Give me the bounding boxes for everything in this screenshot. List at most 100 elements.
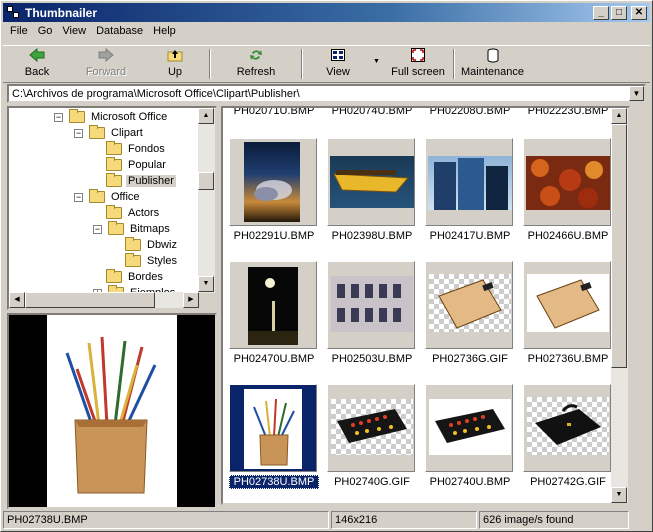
folder-icon <box>125 237 141 251</box>
address-bar[interactable]: C:\Archivos de programa\Microsoft Office… <box>7 84 646 103</box>
thumbnail-frame <box>327 261 415 349</box>
thumbnail-filename: PH02074U.BMP <box>331 106 413 117</box>
fullscreen-icon <box>410 47 426 63</box>
thumbnail-filename: PH02740G.GIF <box>334 476 410 488</box>
thumbnail-filename: PH02742G.GIF <box>530 476 606 488</box>
scroll-up-button[interactable]: ▲ <box>198 108 214 124</box>
fullscreen-label: Full screen <box>391 66 445 78</box>
thumbnail-filename: PH02466U.BMP <box>527 230 609 242</box>
tree-node[interactable]: − Clipart <box>74 125 145 141</box>
tree-node-label: Bitmaps <box>130 223 170 235</box>
thumbnail-filename: PH02738U.BMP <box>229 475 319 489</box>
tree-node[interactable]: Popular <box>91 157 168 173</box>
forward-arrow-icon <box>98 47 114 63</box>
application-window: Thumbnailer _ □ ✕ File Go View Database … <box>0 0 653 532</box>
thumbnail-filename: PH02503U.BMP <box>331 353 413 365</box>
view-grid-icon <box>330 47 346 63</box>
expand-toggle-icon[interactable]: − <box>74 128 83 138</box>
thumbnail-filename: PH02736U.BMP <box>527 353 609 365</box>
tree-node[interactable]: − Bitmaps <box>93 221 172 237</box>
status-bar: PH02738U.BMP 146x216 626 image/s found <box>3 511 650 530</box>
expand-toggle-icon[interactable]: − <box>74 192 83 202</box>
folder-up-icon <box>167 47 183 63</box>
toolbar: Back Forward Up Refresh View ▼ Full scre… <box>3 45 650 83</box>
folder-icon <box>108 221 124 235</box>
menu-help[interactable]: Help <box>148 24 181 42</box>
view-label: View <box>326 66 350 78</box>
title-bar[interactable]: Thumbnailer _ □ ✕ <box>3 3 650 22</box>
window-title: Thumbnailer <box>25 5 98 20</box>
folder-icon <box>89 125 105 139</box>
menu-view[interactable]: View <box>57 24 91 42</box>
tree-node-label: Microsoft Office <box>91 111 168 123</box>
forward-button[interactable]: Forward <box>71 46 141 82</box>
preview-image <box>47 315 177 507</box>
tree-node[interactable]: Styles <box>110 253 179 269</box>
view-button[interactable]: View <box>303 46 373 82</box>
expand-toggle-icon[interactable]: − <box>54 112 63 122</box>
tree-node[interactable]: Bordes <box>91 269 165 285</box>
thumbnail-filename: PH02417U.BMP <box>429 230 511 242</box>
back-button[interactable]: Back <box>3 46 71 82</box>
status-dimensions: 146x216 <box>331 511 477 529</box>
maximize-button[interactable]: □ <box>611 5 627 20</box>
status-filename: PH02738U.BMP <box>3 511 329 529</box>
fullscreen-button[interactable]: Full screen <box>383 46 453 82</box>
tree-node[interactable]: Publisher <box>91 173 176 189</box>
scroll-thumb[interactable] <box>25 292 155 308</box>
thumbnail-frame <box>327 138 415 226</box>
thumbnail-frame <box>425 261 513 349</box>
expand-toggle-icon[interactable]: − <box>93 224 102 234</box>
folder-icon <box>125 253 141 267</box>
thumbnail-filename: PH02736G.GIF <box>432 353 508 365</box>
tree-node[interactable]: − Office <box>74 189 142 205</box>
menu-go[interactable]: Go <box>33 24 58 42</box>
thumbnail-filename: PH02398U.BMP <box>331 230 413 242</box>
minimize-button[interactable]: _ <box>593 5 609 20</box>
refresh-icon <box>248 47 264 63</box>
scroll-thumb[interactable] <box>198 172 214 190</box>
folder-icon <box>106 141 122 155</box>
scroll-down-button[interactable]: ▼ <box>611 487 627 503</box>
thumbnail-filename: PH02208U.BMP <box>429 106 511 117</box>
tree-node-label: Office <box>111 191 140 203</box>
tree-node[interactable]: Fondos <box>91 141 167 157</box>
scroll-left-button[interactable]: ◀ <box>9 292 25 308</box>
scroll-up-button[interactable]: ▲ <box>611 108 627 124</box>
tree-node-label: Popular <box>128 159 166 171</box>
forward-label: Forward <box>85 66 127 78</box>
tree-node[interactable]: Actors <box>91 205 161 221</box>
tree-node-label: Fondos <box>128 143 165 155</box>
status-count: 626 image/s found <box>479 511 629 529</box>
thumbnail-filename: PH02223U.BMP <box>527 106 609 117</box>
thumbnail-filename: PH02470U.BMP <box>233 353 315 365</box>
folder-icon <box>89 189 105 203</box>
tree-vertical-scrollbar[interactable]: ▲ ▼ <box>198 108 215 293</box>
thumbnail-frame <box>523 261 611 349</box>
tree-horizontal-scrollbar[interactable]: ◀ ▶ <box>9 292 199 308</box>
folder-tree: − Microsoft Office − Clipart Fondos Popular Pu… <box>7 106 217 310</box>
tree-node[interactable]: − Microsoft Office <box>54 109 169 125</box>
address-dropdown-button[interactable]: ▼ <box>629 86 644 101</box>
scroll-thumb[interactable] <box>611 124 627 368</box>
maintenance-button[interactable]: Maintenance <box>455 46 530 82</box>
menu-database[interactable]: Database <box>91 24 148 42</box>
menu-bar: File Go View Database Help <box>5 24 181 42</box>
scroll-right-button[interactable]: ▶ <box>183 292 199 308</box>
folder-icon <box>106 205 122 219</box>
scroll-down-button[interactable]: ▼ <box>198 276 214 292</box>
refresh-button[interactable]: Refresh <box>211 46 301 82</box>
up-button[interactable]: Up <box>141 46 209 82</box>
thumbnail-filename: PH02291U.BMP <box>233 230 315 242</box>
tree-node-label: Dbwiz <box>147 239 177 251</box>
close-button[interactable]: ✕ <box>631 5 647 20</box>
view-dropdown-arrow-icon[interactable]: ▼ <box>373 46 383 82</box>
thumbnail-filename: PH02071U.BMP <box>233 106 315 117</box>
tree-node[interactable]: Dbwiz <box>110 237 179 253</box>
address-path: C:\Archivos de programa\Microsoft Office… <box>12 87 300 100</box>
scrollbar-corner <box>199 293 215 308</box>
menu-file[interactable]: File <box>5 24 33 42</box>
thumbnail-frame <box>523 384 611 472</box>
grid-vertical-scrollbar[interactable]: ▲ ▼ <box>611 108 628 503</box>
tree-node-label: Publisher <box>126 175 176 187</box>
